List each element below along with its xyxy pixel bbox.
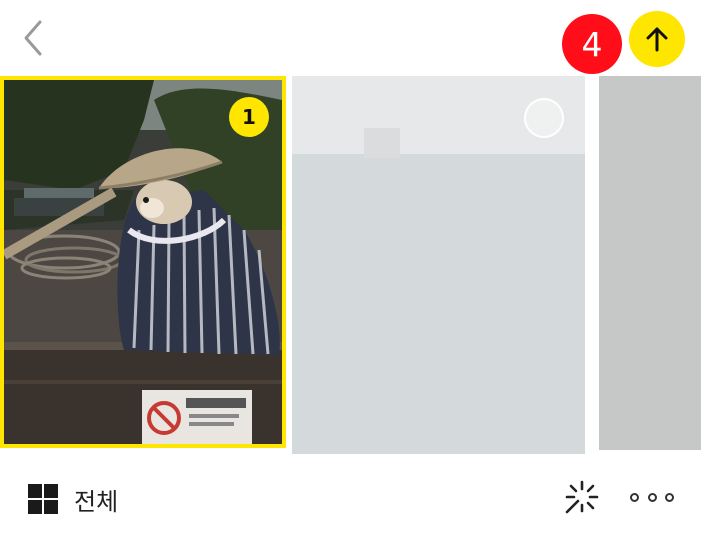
album-selector-button[interactable]: 전체 bbox=[28, 479, 118, 519]
selection-number: 1 bbox=[242, 105, 256, 129]
bottom-bar: 전체 bbox=[0, 455, 701, 558]
more-dot bbox=[630, 492, 639, 502]
send-button[interactable] bbox=[629, 11, 685, 67]
more-dot bbox=[647, 492, 657, 502]
selection-number-badge[interactable]: 1 bbox=[229, 97, 269, 137]
photo-thumbnail[interactable] bbox=[292, 76, 585, 454]
grid-icon bbox=[28, 484, 58, 514]
more-dot bbox=[665, 492, 674, 502]
back-button[interactable] bbox=[16, 16, 52, 60]
more-options-button[interactable] bbox=[630, 485, 674, 509]
photo-shadow-area bbox=[364, 128, 400, 158]
photo-thumbnail-selected[interactable]: 1 bbox=[0, 76, 286, 448]
selected-count-badge: 4 bbox=[562, 14, 622, 74]
magic-edit-button[interactable] bbox=[562, 477, 602, 517]
photo-gallery: 1 bbox=[0, 76, 701, 454]
select-circle[interactable] bbox=[524, 98, 564, 138]
sparkle-icon bbox=[565, 480, 599, 514]
top-bar: 4 bbox=[0, 0, 701, 76]
arrow-up-icon bbox=[646, 27, 668, 52]
selected-count: 4 bbox=[581, 24, 603, 64]
chevron-left-icon bbox=[24, 20, 42, 56]
photo-thumbnail-partial[interactable] bbox=[599, 76, 701, 450]
album-label: 전체 bbox=[74, 487, 119, 516]
